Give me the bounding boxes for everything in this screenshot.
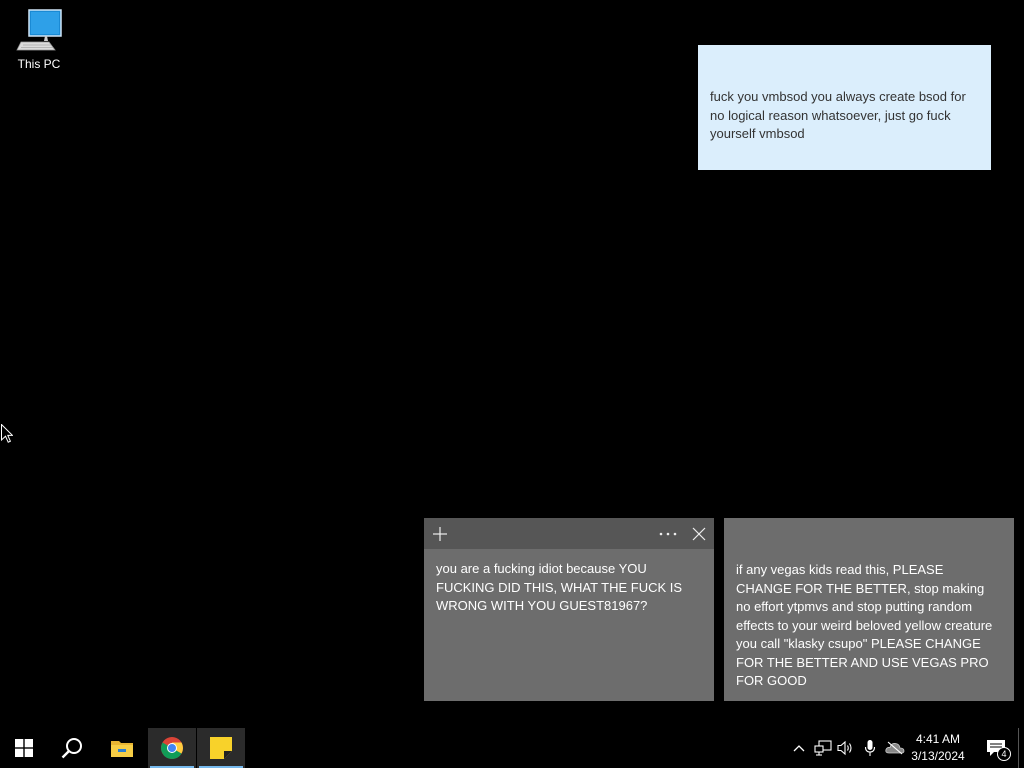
clock-date: 3/13/2024 bbox=[911, 749, 965, 763]
mouse-cursor-icon bbox=[1, 424, 13, 443]
folder-icon bbox=[111, 741, 133, 757]
system-clock[interactable]: 4:41 AM 3/13/2024 bbox=[906, 728, 970, 768]
sticky-note-blue[interactable]: fuck you vmbsod you always create bsod f… bbox=[698, 45, 991, 170]
plus-icon bbox=[432, 526, 447, 541]
sticky-note-gray-active[interactable]: you are a fucking idiot because YOU FUCK… bbox=[424, 518, 714, 701]
microphone-tray-button[interactable] bbox=[858, 728, 882, 768]
taskbar-sticky-notes[interactable] bbox=[197, 728, 245, 768]
search-button[interactable] bbox=[48, 728, 96, 768]
sticky-notes-icon bbox=[210, 737, 232, 759]
show-hidden-icons-button[interactable] bbox=[787, 728, 811, 768]
volume-icon bbox=[837, 740, 852, 756]
microphone-icon bbox=[864, 740, 876, 756]
this-pc-label: This PC bbox=[17, 57, 61, 71]
close-icon bbox=[692, 527, 705, 540]
note-menu-button[interactable] bbox=[652, 518, 683, 549]
sticky-note-text[interactable]: if any vegas kids read this, PLEASE CHAN… bbox=[736, 561, 1002, 691]
sticky-note-text[interactable]: you are a fucking idiot because YOU FUCK… bbox=[424, 549, 714, 616]
show-desktop-button[interactable] bbox=[1018, 728, 1024, 768]
taskbar-chrome[interactable] bbox=[148, 728, 196, 768]
notification-count-badge: 4 bbox=[997, 747, 1011, 761]
start-button[interactable] bbox=[0, 728, 48, 768]
search-icon bbox=[61, 738, 82, 759]
onedrive-icon bbox=[885, 741, 905, 755]
delete-note-button[interactable] bbox=[683, 518, 714, 549]
desktop[interactable]: This PC fuck you vmbsod you always creat… bbox=[0, 0, 1024, 728]
network-tray-button[interactable] bbox=[811, 728, 835, 768]
sticky-note-gray[interactable]: if any vegas kids read this, PLEASE CHAN… bbox=[724, 518, 1014, 701]
this-pc-icon bbox=[16, 9, 62, 51]
this-pc-desktop-icon[interactable]: This PC bbox=[10, 8, 68, 76]
sticky-note-header[interactable] bbox=[424, 518, 714, 549]
action-center-button[interactable]: 4 bbox=[978, 728, 1014, 768]
more-icon bbox=[659, 532, 676, 535]
clock-time: 4:41 AM bbox=[915, 732, 961, 746]
network-icon bbox=[814, 740, 832, 756]
new-note-button[interactable] bbox=[424, 518, 455, 549]
windows-start-icon bbox=[15, 739, 33, 757]
taskbar-file-explorer[interactable] bbox=[98, 728, 146, 768]
taskbar: 4:41 AM 3/13/2024 4 bbox=[0, 728, 1024, 768]
chevron-up-icon bbox=[793, 745, 805, 752]
chrome-icon bbox=[161, 737, 183, 759]
onedrive-tray-button[interactable] bbox=[883, 728, 907, 768]
sticky-note-text[interactable]: fuck you vmbsod you always create bsod f… bbox=[710, 88, 979, 144]
volume-tray-button[interactable] bbox=[834, 728, 858, 768]
